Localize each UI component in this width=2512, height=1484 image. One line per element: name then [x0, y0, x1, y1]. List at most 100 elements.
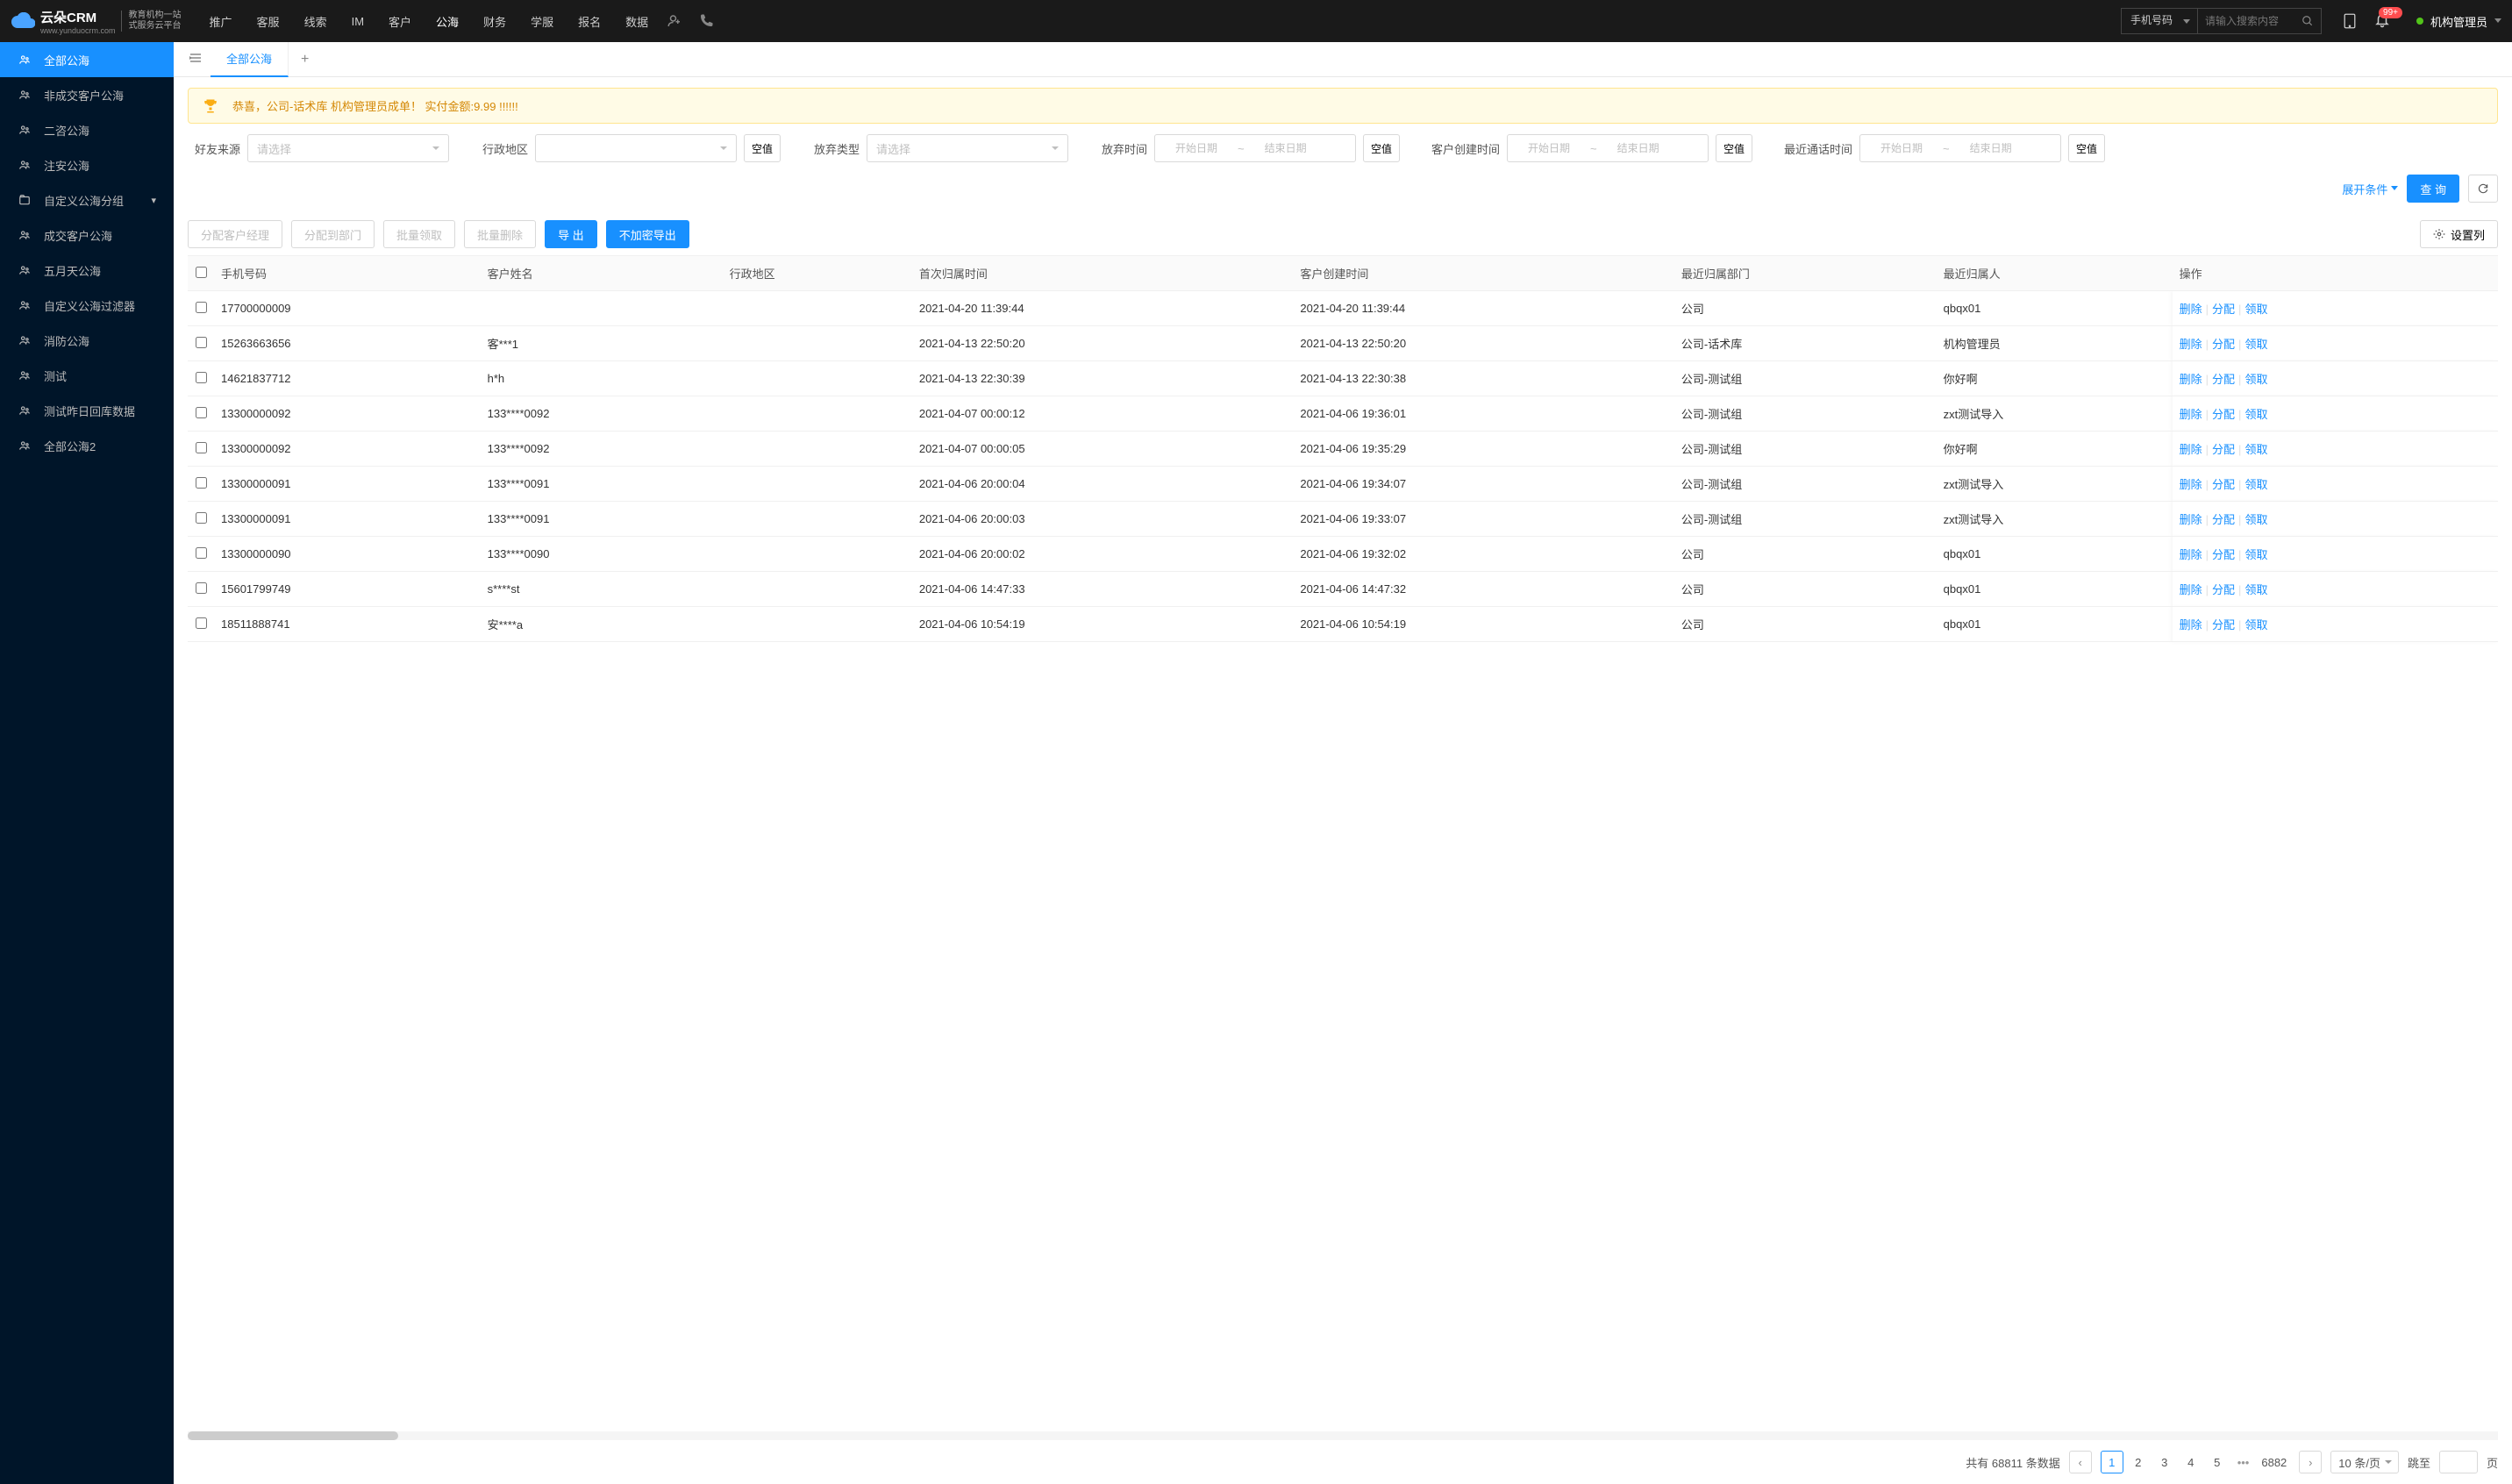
nav-item-3[interactable]: IM [341, 0, 375, 42]
row-checkbox[interactable] [196, 372, 207, 383]
last-call-start-date[interactable] [1867, 142, 1936, 154]
assign-link[interactable]: 分配 [2212, 583, 2235, 596]
assign-link[interactable]: 分配 [2212, 478, 2235, 491]
region-select[interactable] [535, 134, 737, 162]
abandon-end-date[interactable] [1252, 142, 1320, 154]
horizontal-scrollbar[interactable] [188, 1431, 2498, 1440]
last-call-end-date[interactable] [1957, 142, 2025, 154]
abandon-time-range[interactable]: ~ [1154, 134, 1356, 162]
per-page-select[interactable]: 10 条/页 [2330, 1451, 2399, 1473]
nav-item-7[interactable]: 学服 [520, 0, 564, 42]
page-3[interactable]: 3 [2153, 1451, 2176, 1473]
delete-link[interactable]: 删除 [2180, 513, 2202, 526]
friend-source-select[interactable]: 请选择 [247, 134, 449, 162]
last-call-range[interactable]: ~ [1859, 134, 2061, 162]
phone-icon[interactable] [690, 5, 722, 37]
expand-filters-link[interactable]: 展开条件 [2342, 181, 2398, 197]
create-time-empty-button[interactable]: 空值 [1716, 134, 1752, 162]
assign-link[interactable]: 分配 [2212, 513, 2235, 526]
row-checkbox[interactable] [196, 302, 207, 313]
assign-link[interactable]: 分配 [2212, 618, 2235, 631]
delete-link[interactable]: 删除 [2180, 338, 2202, 351]
abandon-start-date[interactable] [1162, 142, 1231, 154]
sidebar-item-2[interactable]: 二咨公海 [0, 112, 174, 147]
page-4[interactable]: 4 [2180, 1451, 2202, 1473]
create-time-range[interactable]: ~ [1507, 134, 1709, 162]
claim-link[interactable]: 领取 [2244, 373, 2267, 386]
sidebar-item-8[interactable]: 消防公海 [0, 323, 174, 358]
page-1[interactable]: 1 [2101, 1451, 2123, 1473]
claim-link[interactable]: 领取 [2244, 303, 2267, 316]
assign-link[interactable]: 分配 [2212, 548, 2235, 561]
claim-link[interactable]: 领取 [2244, 478, 2267, 491]
page-5[interactable]: 5 [2206, 1451, 2229, 1473]
row-checkbox[interactable] [196, 512, 207, 524]
nav-item-0[interactable]: 推广 [199, 0, 243, 42]
refresh-button[interactable] [2468, 175, 2498, 203]
last-call-empty-button[interactable]: 空值 [2068, 134, 2105, 162]
assign-link[interactable]: 分配 [2212, 338, 2235, 351]
next-page-button[interactable]: › [2299, 1451, 2322, 1473]
abandon-time-empty-button[interactable]: 空值 [1363, 134, 1400, 162]
sidebar-item-4[interactable]: 自定义公海分组▾ [0, 182, 174, 218]
delete-link[interactable]: 删除 [2180, 443, 2202, 456]
delete-link[interactable]: 删除 [2180, 408, 2202, 421]
nav-item-8[interactable]: 报名 [567, 0, 611, 42]
row-checkbox[interactable] [196, 547, 207, 559]
nav-item-2[interactable]: 线索 [294, 0, 338, 42]
claim-link[interactable]: 领取 [2244, 513, 2267, 526]
assign-link[interactable]: 分配 [2212, 303, 2235, 316]
claim-link[interactable]: 领取 [2244, 548, 2267, 561]
assign-link[interactable]: 分配 [2212, 373, 2235, 386]
nav-item-4[interactable]: 客户 [378, 0, 422, 42]
nav-item-5[interactable]: 公海 [425, 0, 469, 42]
assign-link[interactable]: 分配 [2212, 408, 2235, 421]
delete-link[interactable]: 删除 [2180, 583, 2202, 596]
select-all-checkbox[interactable] [196, 267, 207, 278]
claim-link[interactable]: 领取 [2244, 583, 2267, 596]
user-menu[interactable]: 机构管理员 [2416, 13, 2501, 30]
last-page-button[interactable]: 6882 [2258, 1451, 2290, 1473]
abandon-type-select[interactable]: 请选择 [867, 134, 1068, 162]
assign-manager-button[interactable]: 分配客户经理 [188, 220, 282, 248]
set-columns-button[interactable]: 设置列 [2420, 220, 2498, 248]
delete-link[interactable]: 删除 [2180, 373, 2202, 386]
scrollbar-thumb[interactable] [188, 1431, 398, 1440]
export-button[interactable]: 导 出 [545, 220, 597, 248]
add-user-icon[interactable] [659, 5, 690, 37]
delete-link[interactable]: 删除 [2180, 618, 2202, 631]
row-checkbox[interactable] [196, 442, 207, 453]
collapse-tabs-icon[interactable] [181, 53, 211, 66]
claim-link[interactable]: 领取 [2244, 408, 2267, 421]
batch-delete-button[interactable]: 批量删除 [464, 220, 536, 248]
tab-all-sea[interactable]: 全部公海 [211, 42, 289, 77]
row-checkbox[interactable] [196, 337, 207, 348]
claim-link[interactable]: 领取 [2244, 618, 2267, 631]
delete-link[interactable]: 删除 [2180, 303, 2202, 316]
nav-item-1[interactable]: 客服 [246, 0, 290, 42]
region-empty-button[interactable]: 空值 [744, 134, 781, 162]
row-checkbox[interactable] [196, 617, 207, 629]
sidebar-item-6[interactable]: 五月天公海 [0, 253, 174, 288]
sidebar-item-11[interactable]: 全部公海2 [0, 428, 174, 463]
batch-claim-button[interactable]: 批量领取 [383, 220, 455, 248]
sidebar-item-1[interactable]: 非成交客户公海 [0, 77, 174, 112]
notification-bell[interactable]: 99+ [2374, 12, 2390, 31]
delete-link[interactable]: 删除 [2180, 548, 2202, 561]
export-no-encrypt-button[interactable]: 不加密导出 [606, 220, 689, 248]
row-checkbox[interactable] [196, 582, 207, 594]
claim-link[interactable]: 领取 [2244, 443, 2267, 456]
sidebar-item-7[interactable]: 自定义公海过滤器 [0, 288, 174, 323]
sidebar-item-3[interactable]: 注安公海 [0, 147, 174, 182]
prev-page-button[interactable]: ‹ [2069, 1451, 2092, 1473]
create-start-date[interactable] [1515, 142, 1583, 154]
row-checkbox[interactable] [196, 407, 207, 418]
query-button[interactable]: 查 询 [2407, 175, 2459, 203]
row-checkbox[interactable] [196, 477, 207, 489]
search-icon[interactable] [2301, 15, 2314, 27]
page-2[interactable]: 2 [2127, 1451, 2150, 1473]
sidebar-item-0[interactable]: 全部公海 [0, 42, 174, 77]
search-type-select[interactable]: 手机号码 [2121, 8, 2198, 34]
add-tab-button[interactable]: + [289, 52, 321, 68]
nav-item-9[interactable]: 数据 [615, 0, 659, 42]
